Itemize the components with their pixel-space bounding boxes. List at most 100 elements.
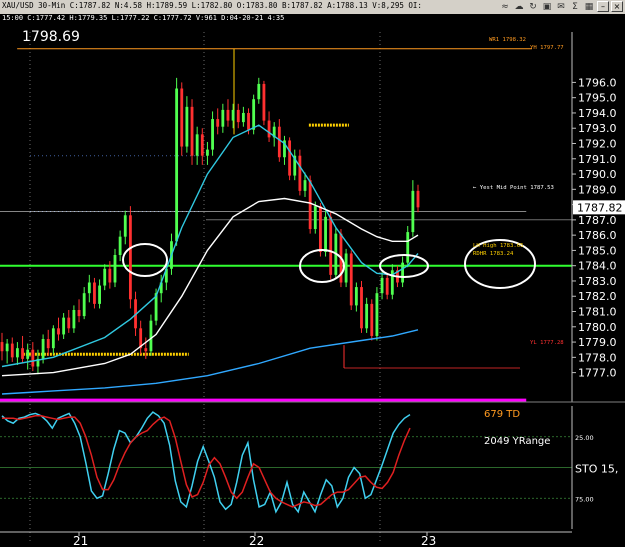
annotation-label: ← Yest Mid Point 1787.53 bbox=[473, 185, 554, 191]
time-tick-label: 22 bbox=[249, 534, 264, 547]
candle-body bbox=[87, 282, 91, 294]
annotation-label: RDHR 1783.24 bbox=[473, 251, 514, 257]
window-controls: ≈ ☁ ↻ ▣ ✉ Σ ▦ – × bbox=[499, 1, 623, 13]
chart-title: 1798.69 bbox=[22, 29, 80, 45]
candle-body bbox=[241, 112, 245, 123]
candle-body bbox=[349, 253, 353, 306]
window-title-bar: XAU/USD 30-Min C:1787.82 N:4.58 H:1789.5… bbox=[0, 0, 625, 15]
candle-body bbox=[67, 317, 71, 329]
candle-body bbox=[277, 126, 281, 158]
price-tick-label: 1790.0 bbox=[578, 168, 617, 181]
candle-body bbox=[175, 88, 179, 242]
candle-body bbox=[308, 180, 312, 230]
time-tick-label: 23 bbox=[421, 534, 436, 547]
chart-subtitle: 15:00 C:1777.42 H:1779.35 L:1777.22 C:17… bbox=[2, 14, 284, 22]
candle-body bbox=[262, 83, 266, 121]
candle-body bbox=[98, 285, 101, 304]
candle-body bbox=[123, 215, 127, 237]
candle-body bbox=[57, 328, 60, 335]
candle-body bbox=[200, 134, 204, 156]
price-tick-label: 1777.0 bbox=[578, 367, 617, 380]
price-tick-label: 1792.0 bbox=[578, 138, 617, 151]
annotation-label: YL 1777.28 bbox=[530, 340, 564, 346]
price-tick-label: 1783.0 bbox=[578, 275, 617, 288]
candle-body bbox=[416, 190, 420, 208]
image-icon[interactable]: ▦ bbox=[583, 1, 595, 12]
candle-body bbox=[344, 253, 348, 283]
annotation-label: LH High 1783.65 bbox=[473, 243, 524, 249]
close-icon[interactable]: × bbox=[611, 1, 623, 12]
wifi-icon[interactable]: ≈ bbox=[499, 1, 511, 12]
candle-body bbox=[5, 343, 9, 352]
candle-body bbox=[21, 348, 24, 359]
network-icon[interactable]: ▣ bbox=[541, 1, 553, 12]
candle-body bbox=[365, 303, 369, 329]
candle-body bbox=[221, 109, 225, 127]
candle-body bbox=[288, 140, 292, 176]
candle-body bbox=[41, 339, 45, 359]
candle-body bbox=[313, 206, 317, 230]
td-label: 679 TD bbox=[484, 409, 520, 420]
price-tick-label: 1791.0 bbox=[578, 153, 617, 166]
candle-body bbox=[267, 120, 271, 138]
candle-body bbox=[108, 268, 112, 283]
candle-body bbox=[15, 348, 19, 358]
price-tick-label: 1784.0 bbox=[578, 260, 617, 273]
candle-body bbox=[231, 109, 235, 121]
time-tick-label: 21 bbox=[73, 534, 88, 547]
price-tick-label: 1780.0 bbox=[578, 321, 617, 334]
candle-body bbox=[26, 349, 30, 359]
candle-body bbox=[62, 317, 66, 335]
candle-body bbox=[319, 206, 322, 252]
candle-body bbox=[380, 277, 384, 294]
candle-body bbox=[329, 216, 333, 275]
candle-body bbox=[252, 99, 256, 130]
stoch-tick-label: 25.00 bbox=[575, 434, 594, 442]
candle-body bbox=[298, 155, 302, 191]
candle-body bbox=[144, 348, 148, 352]
cloud-icon[interactable]: ☁ bbox=[513, 1, 525, 12]
yrange-label: 2049 YRange bbox=[484, 436, 550, 447]
candle-body bbox=[0, 342, 4, 352]
candle-body bbox=[385, 277, 389, 295]
last-price-label: 1787.82 bbox=[577, 201, 623, 214]
candle-body bbox=[118, 236, 122, 256]
candle-body bbox=[216, 119, 220, 127]
minimize-icon[interactable]: – bbox=[597, 1, 609, 12]
candle-body bbox=[51, 328, 55, 349]
sum-icon[interactable]: Σ bbox=[569, 1, 581, 12]
price-tick-label: 1786.0 bbox=[578, 229, 617, 242]
candle-body bbox=[406, 232, 410, 263]
candle-body bbox=[411, 190, 415, 233]
price-tick-label: 1794.0 bbox=[578, 107, 617, 120]
candle-body bbox=[211, 119, 214, 150]
candle-body bbox=[46, 339, 50, 349]
stoch-tick-label: 75.00 bbox=[575, 495, 594, 503]
mail-icon[interactable]: ✉ bbox=[555, 1, 567, 12]
chart-area: 15:00 C:1777.42 H:1779.35 L:1777.22 C:17… bbox=[0, 14, 625, 547]
price-tick-label: 1785.0 bbox=[578, 244, 617, 257]
candle-body bbox=[180, 88, 184, 147]
price-tick-label: 1796.0 bbox=[578, 76, 617, 89]
candle-body bbox=[185, 106, 189, 147]
price-tick-label: 1795.0 bbox=[578, 92, 617, 105]
candle-body bbox=[31, 349, 35, 367]
candle-body bbox=[370, 303, 374, 336]
candle-body bbox=[77, 309, 81, 317]
candle-body bbox=[354, 287, 358, 306]
candle-body bbox=[257, 83, 261, 100]
candle-body bbox=[93, 282, 96, 304]
candle-body bbox=[247, 112, 250, 130]
candle-body bbox=[149, 320, 153, 352]
candle-body bbox=[401, 262, 405, 283]
sync-icon[interactable]: ↻ bbox=[527, 1, 539, 12]
candle-body bbox=[10, 343, 14, 358]
candle-body bbox=[190, 106, 194, 156]
price-tick-label: 1779.0 bbox=[578, 336, 617, 349]
window-title: XAU/USD 30-Min C:1787.82 N:4.58 H:1789.5… bbox=[2, 1, 422, 10]
annotation-label: WR1 1798.32 bbox=[489, 37, 526, 43]
price-tick-label: 1789.0 bbox=[578, 183, 617, 196]
candle-body bbox=[128, 215, 132, 300]
annotation-label: YH 1797.77 bbox=[530, 45, 564, 51]
candle-body bbox=[113, 255, 117, 283]
